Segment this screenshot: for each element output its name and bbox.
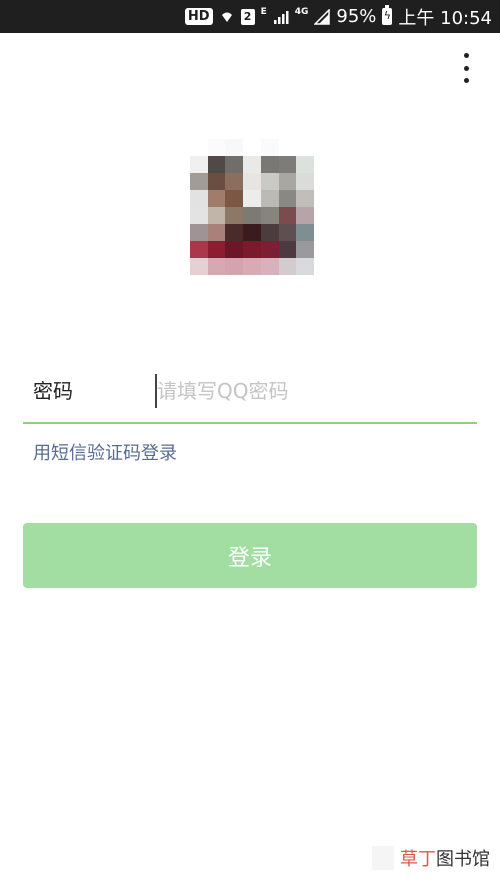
password-input-underline bbox=[23, 422, 477, 424]
menu-dot bbox=[463, 65, 469, 71]
more-vertical-icon[interactable] bbox=[452, 50, 480, 86]
watermark: 草丁 图书馆 bbox=[372, 838, 500, 878]
clock: 上午 10:54 bbox=[398, 7, 492, 29]
menu-dot bbox=[463, 78, 469, 83]
watermark-text-red: 草丁 bbox=[400, 849, 436, 870]
password-input[interactable] bbox=[155, 374, 465, 408]
network-type-e: E bbox=[260, 7, 267, 17]
hd-badge: HD bbox=[184, 8, 213, 25]
watermark-logo-icon bbox=[372, 846, 394, 870]
signal-icon-2 bbox=[314, 8, 331, 25]
login-button[interactable]: 登录 bbox=[23, 523, 477, 588]
watermark-text-dark: 图书馆 bbox=[436, 849, 490, 870]
battery-percent: 95% bbox=[336, 6, 377, 27]
menu-dot bbox=[463, 53, 469, 58]
network-type-4g: 4G bbox=[294, 7, 309, 17]
wifi-icon bbox=[221, 12, 232, 22]
sim-slot-badge: 2 bbox=[240, 8, 255, 25]
status-bar: HD 2 E 4G 95% 上午 10:54 bbox=[0, 0, 500, 33]
signal-icon bbox=[273, 10, 289, 24]
password-label: 密码 bbox=[33, 379, 73, 403]
sms-login-link[interactable]: 用短信验证码登录 bbox=[33, 441, 177, 467]
avatar bbox=[190, 139, 314, 275]
battery-icon bbox=[382, 5, 393, 25]
